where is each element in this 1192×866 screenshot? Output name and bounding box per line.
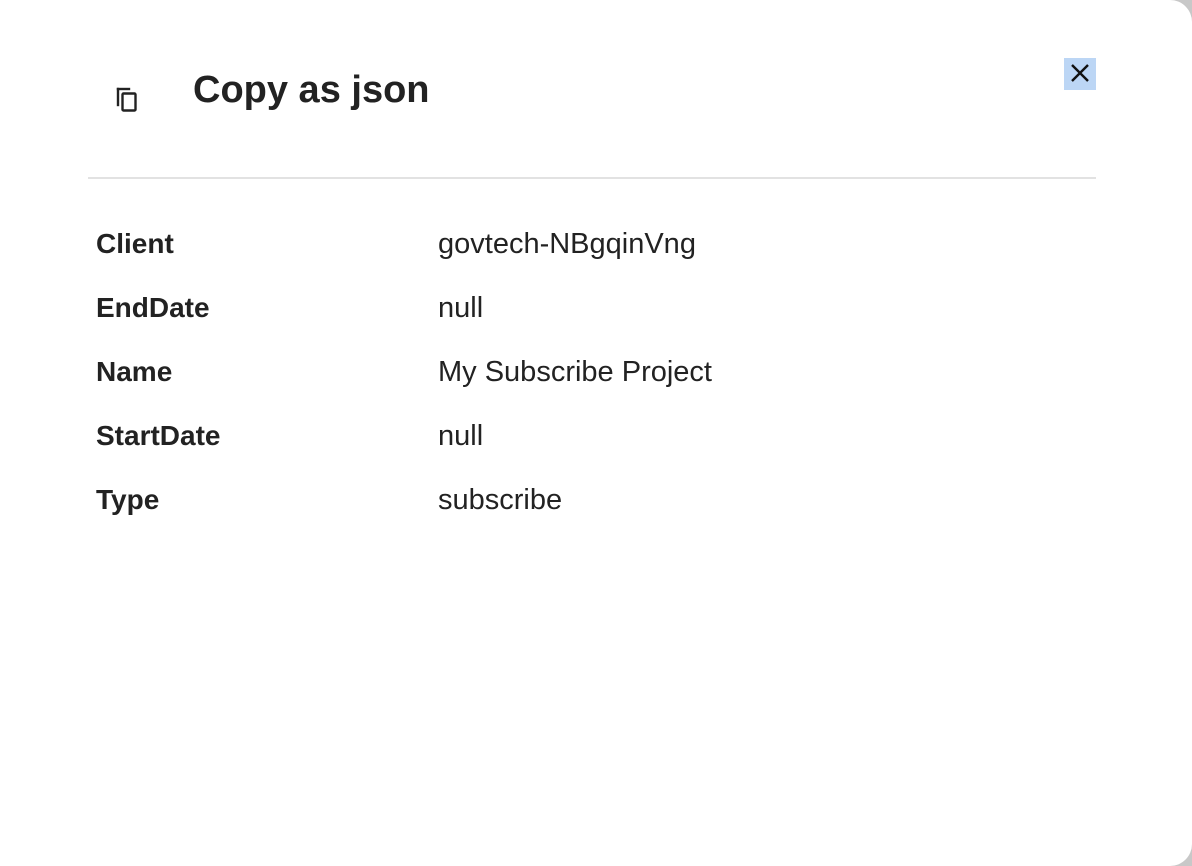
field-list: Client govtech-NBgqinVng EndDate null Na… [96,212,1096,532]
field-row-type: Type subscribe [96,468,1096,532]
field-value: null [438,292,484,324]
field-value: subscribe [438,484,563,516]
field-row-client: Client govtech-NBgqinVng [96,212,1096,276]
field-key: Name [96,356,173,387]
field-key: Client [96,228,174,259]
dialog-title: Copy as json [193,69,430,111]
field-value: null [438,420,484,452]
field-row-enddate: EndDate null [96,276,1096,340]
field-key: StartDate [96,420,221,451]
copy-json-dialog: Copy as json Client govtech-NBgqinVng En… [0,0,1192,866]
field-value: govtech-NBgqinVng [438,228,696,260]
close-icon [1069,62,1091,87]
field-key: Type [96,484,160,515]
close-button[interactable] [1064,58,1096,90]
field-row-name: Name My Subscribe Project [96,340,1096,404]
field-value: My Subscribe Project [438,356,712,388]
field-row-startdate: StartDate null [96,404,1096,468]
field-key: EndDate [96,292,210,323]
dialog-header: Copy as json [88,40,1096,179]
copy-icon [114,86,140,114]
